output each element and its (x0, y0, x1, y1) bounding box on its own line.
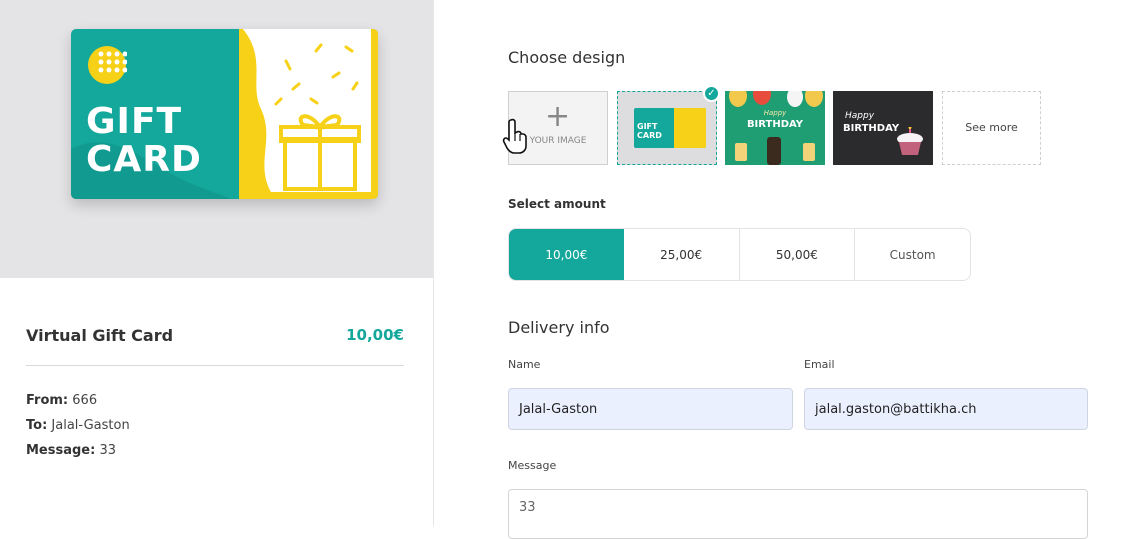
gift-card-preview: GIFT CARD (71, 29, 378, 199)
design-tile-gift-card[interactable]: GIFT CARD (617, 91, 717, 165)
bottle-icon (767, 137, 781, 165)
balloon-icon (787, 91, 803, 107)
amount-option-10[interactable]: 10,00€ (509, 229, 624, 280)
balloon-icon (729, 91, 747, 107)
glass-icon (803, 143, 815, 161)
message-label: Message: (26, 443, 96, 458)
message-row: Message: 33 (26, 443, 116, 458)
choose-design-heading: Choose design (508, 48, 626, 67)
to-label: To: (26, 418, 48, 433)
from-label: From: (26, 393, 69, 408)
design-tile-birthday-balloons[interactable]: Happy BIRTHDAY (725, 91, 825, 165)
product-price: 10,00€ (346, 326, 404, 344)
balloon-icon (753, 91, 771, 105)
amount-option-25[interactable]: 25,00€ (624, 229, 740, 280)
from-value: 666 (72, 393, 98, 408)
bday2-text: BIRTHDAY (843, 123, 900, 134)
card-title: GIFT CARD (86, 103, 202, 179)
bday2-script: Happy (845, 111, 875, 121)
summary-divider (26, 365, 404, 366)
order-summary-panel: GIFT CARD Virtual Gift Card 10,00€ From:… (0, 0, 433, 526)
bday1-text: BIRTHDAY (746, 119, 804, 130)
name-label: Name (508, 358, 541, 371)
mini-card-line1: GIFT (637, 122, 658, 131)
delivery-info-heading: Delivery info (508, 318, 610, 337)
plus-icon: + (545, 99, 571, 134)
select-amount-heading: Select amount (508, 197, 606, 211)
message-field-label: Message (508, 459, 557, 472)
product-title: Virtual Gift Card (26, 326, 174, 345)
mini-card-yellow (674, 108, 706, 148)
cupcake-icon (897, 127, 923, 155)
email-label: Email (804, 358, 835, 371)
balloon-icon (805, 91, 823, 107)
message-textarea[interactable]: 33 (508, 489, 1088, 539)
mini-gift-card: GIFT CARD (634, 108, 706, 148)
name-input[interactable]: Jalal-Gaston (508, 388, 793, 430)
amount-option-custom[interactable]: Custom (855, 229, 970, 280)
amount-selector: 10,00€ 25,00€ 50,00€ Custom (508, 228, 971, 281)
glass-icon (735, 143, 747, 161)
mini-card-title: GIFT CARD (637, 122, 662, 140)
see-more-button[interactable]: See more (942, 91, 1041, 165)
card-title-line2: CARD (86, 139, 202, 180)
email-input[interactable]: jalal.gaston@battikha.ch (804, 388, 1088, 430)
panel-divider (433, 0, 434, 526)
card-logo-icon (88, 46, 127, 84)
card-title-line1: GIFT (86, 101, 183, 142)
from-row: From: 666 (26, 393, 97, 408)
mini-card-line2: CARD (637, 131, 662, 140)
amount-option-50[interactable]: 50,00€ (740, 229, 856, 280)
to-value: Jalal-Gaston (51, 418, 130, 433)
bday1-script: Happy (763, 109, 787, 117)
hand-cursor-icon (502, 118, 527, 154)
message-value: 33 (99, 443, 117, 458)
selected-check-icon: ✓ (703, 85, 720, 102)
to-row: To: Jalal-Gaston (26, 418, 130, 433)
card-preview-area: GIFT CARD (0, 0, 433, 278)
design-tile-birthday-cupcake[interactable]: Happy BIRTHDAY (833, 91, 933, 165)
